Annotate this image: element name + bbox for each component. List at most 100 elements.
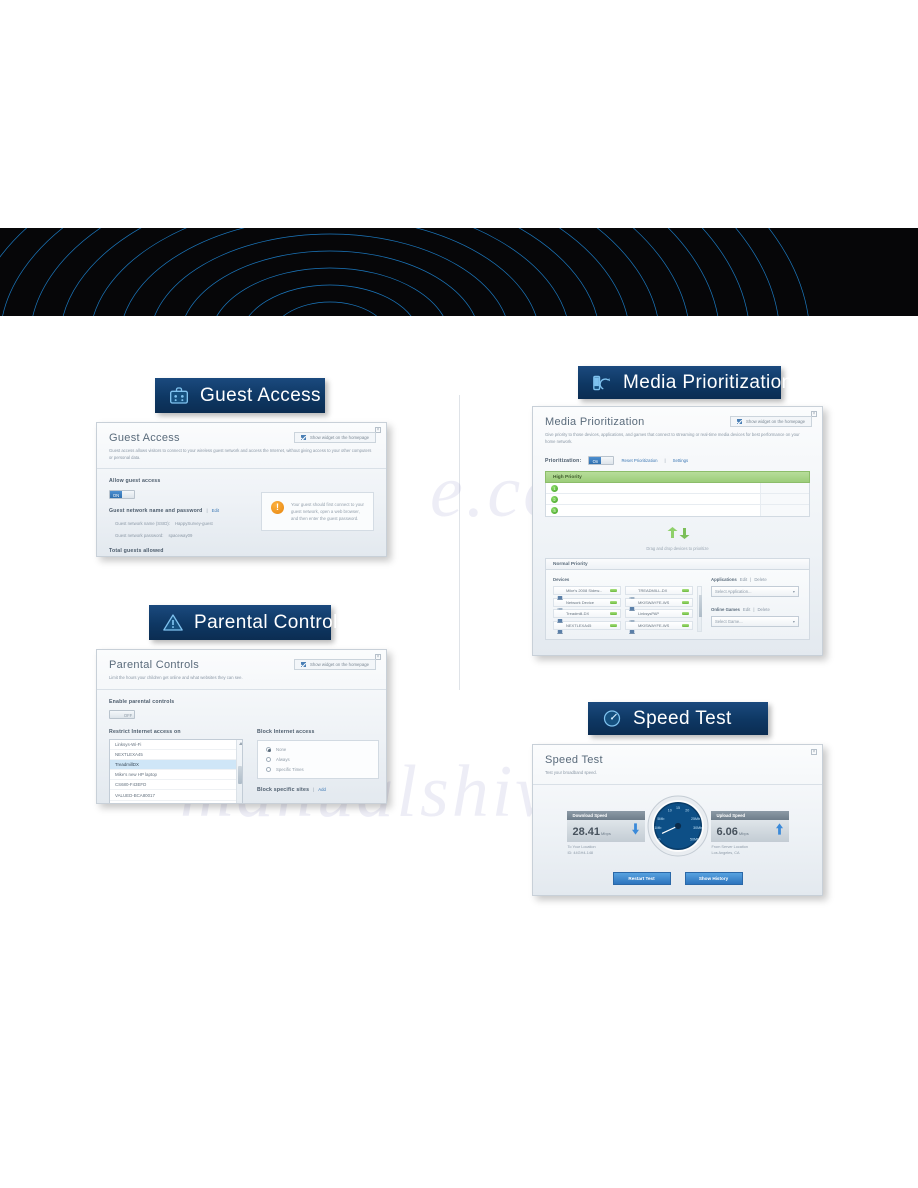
- edit-link[interactable]: Edit: [212, 508, 219, 513]
- panel-guest-access: Guest Access Guest access allows visitor…: [96, 422, 387, 557]
- speed-gauge: 0 1Mb 5Mb 10 15 20 25Mb 30Mb 50Mb: [647, 795, 709, 862]
- application-select[interactable]: Select Application... ▾: [711, 586, 799, 597]
- scroll-up-icon[interactable]: [238, 741, 242, 745]
- show-widget-checkbox[interactable]: Show widget on the homepage: [729, 416, 812, 427]
- panel-speed-test: Speed Test Test your broadband speed. × …: [532, 744, 823, 896]
- close-icon[interactable]: ×: [811, 749, 817, 755]
- allow-guest-access-label: Allow guest access: [109, 478, 161, 484]
- restart-test-button[interactable]: Restart Test: [612, 871, 671, 885]
- games-delete-link[interactable]: Delete: [757, 607, 769, 612]
- speed-test-actions: Restart Test Show History: [533, 871, 822, 885]
- applications-delete-link[interactable]: Delete: [754, 577, 766, 582]
- generic-device-icon: [629, 611, 635, 622]
- panel-parental-controls: Parental Controls Limit the hours your c…: [96, 649, 387, 804]
- list-item[interactable]: VALUED-BCA80017: [110, 790, 242, 801]
- upload-arrow-icon: [775, 822, 783, 840]
- prioritization-controls: Prioritization: On Reset Prioritization …: [545, 456, 689, 465]
- ssid-value: HappySurvey-guest: [174, 521, 213, 526]
- device-item[interactable]: TREADMILL-DX: [625, 586, 693, 599]
- upload-speed-unit: Mbps: [738, 831, 749, 837]
- priority-slot-row[interactable]: 1: [546, 483, 809, 494]
- radio-option-none[interactable]: None: [266, 746, 370, 752]
- drag-instruction-text: Drag and drop devices to prioritize: [646, 546, 709, 551]
- enable-parental-controls-toggle[interactable]: OFF: [109, 709, 135, 719]
- laptop-icon: [557, 611, 563, 623]
- list-item[interactable]: TreadmillDX: [110, 759, 242, 771]
- high-priority-slots[interactable]: 1 2 3: [545, 483, 810, 517]
- download-speed-card: Download Speed 28.41Mbps To Your Locatio…: [566, 811, 645, 856]
- device-listbox[interactable]: Linksys-Wi-Fi NEXTLEXA45 TreadmillDX Mik…: [109, 738, 243, 804]
- svg-text:15: 15: [675, 805, 679, 809]
- parental-controls-header: Parental Controls Limit the hours your c…: [97, 650, 386, 689]
- list-item[interactable]: CS680-F43EFD: [110, 780, 242, 791]
- device-name: NEXTLEXA45: [566, 622, 592, 628]
- restrict-access-label: Restrict Internet access on: [109, 728, 181, 735]
- warning-exclamation-icon: !: [271, 501, 284, 514]
- priority-slot-row[interactable]: 2: [546, 494, 809, 505]
- priority-rank-icon: 1: [551, 484, 558, 492]
- badge-label: Parental Controls: [194, 611, 348, 633]
- svg-text:30Mb: 30Mb: [693, 826, 702, 830]
- guest-info-text: Your guest should first connect to your …: [291, 502, 364, 522]
- show-widget-label: Show widget on the homepage: [745, 419, 805, 424]
- device-item[interactable]: Network Device: [553, 597, 621, 610]
- high-priority-section: High Priority 1 2 3: [545, 471, 810, 517]
- list-item[interactable]: Daddy's laptop: [110, 801, 242, 804]
- badge-media-prioritization: Media Prioritization: [578, 366, 792, 399]
- radio-icon: [266, 746, 271, 752]
- device-item[interactable]: Mike's 2008 Sidew...: [553, 586, 621, 600]
- radio-option-always[interactable]: Always: [266, 756, 370, 762]
- list-item[interactable]: Mike's new HP laptop: [110, 770, 242, 781]
- svg-text:50Mb: 50Mb: [690, 837, 699, 841]
- scrollbar-thumb[interactable]: [238, 765, 242, 784]
- scrollbar[interactable]: [236, 739, 242, 803]
- game-select[interactable]: Select Game... ▾: [711, 616, 799, 627]
- badge-parental-controls: Parental Controls: [149, 605, 347, 640]
- device-name: Treadmill-DX: [566, 611, 590, 616]
- device-item[interactable]: LinksysPAP: [625, 609, 693, 622]
- prioritization-toggle[interactable]: On: [588, 456, 615, 465]
- download-speed-unit: Mbps: [601, 831, 611, 837]
- show-widget-checkbox[interactable]: Show widget on the homepage: [293, 659, 376, 670]
- show-widget-checkbox[interactable]: Show widget on the homepage: [293, 432, 376, 443]
- gauge-dial-icon: 0 1Mb 5Mb 10 15 20 25Mb 30Mb 50Mb: [647, 795, 708, 856]
- devices-scrollbar[interactable]: [697, 586, 702, 632]
- laptop-icon: [629, 599, 635, 612]
- radio-icon: [266, 766, 271, 772]
- guest-info-box: ! Your guest should first connect to you…: [261, 492, 374, 532]
- block-internet-access-label: Block Internet access: [257, 728, 315, 735]
- list-item[interactable]: Linksys-Wi-Fi: [110, 740, 242, 750]
- upload-speed-label: Upload Speed: [710, 811, 789, 821]
- svg-text:0: 0: [658, 837, 660, 841]
- devices-lists[interactable]: Mike's 2008 Sidew... Network Device Trea: [553, 586, 702, 635]
- settings-link[interactable]: Settings: [673, 458, 689, 463]
- briefcase-icon: [169, 386, 189, 405]
- media-prioritization-description: Give priority to those devices, applicat…: [545, 432, 800, 444]
- radio-option-specific-times[interactable]: Specific Times: [266, 766, 370, 772]
- download-speed-value: 28.41: [572, 826, 601, 839]
- priority-slot-row[interactable]: 3: [546, 505, 809, 516]
- add-site-link[interactable]: Add: [318, 787, 326, 792]
- device-item[interactable]: MKISWAYFE-WS: [625, 620, 693, 635]
- allow-guest-access-toggle[interactable]: ON: [109, 490, 135, 499]
- device-item[interactable]: MKISWAYFE-WS: [625, 597, 693, 612]
- show-history-button[interactable]: Show History: [684, 871, 743, 885]
- device-item[interactable]: Treadmill-DX: [553, 609, 621, 623]
- list-item[interactable]: NEXTLEXA45: [110, 750, 242, 760]
- badge-label: Media Prioritization: [623, 371, 793, 393]
- applications-edit-link[interactable]: Edit: [740, 577, 747, 582]
- scrollbar-thumb[interactable]: [698, 595, 702, 617]
- download-arrow-icon: [631, 822, 639, 840]
- normal-priority-header: Normal Priority: [545, 558, 810, 569]
- normal-priority-section: Normal Priority Devices Mike's 2008 Side…: [545, 558, 810, 640]
- device-item[interactable]: NEXTLEXA45: [553, 620, 621, 635]
- generic-device-icon: [557, 599, 563, 610]
- enable-parental-controls-label: Enable parental controls: [109, 698, 175, 705]
- block-options-group: None Always Specific Times: [257, 739, 379, 779]
- laptop-icon: [629, 622, 635, 635]
- games-edit-link[interactable]: Edit: [743, 607, 750, 612]
- svg-text:20: 20: [685, 808, 689, 812]
- download-speed-value-row: 28.41Mbps: [566, 820, 645, 843]
- devices-column-2: TREADMILL-DX MKISWAYFE-WS LinksysPAP MKI…: [625, 586, 693, 635]
- reset-prioritization-link[interactable]: Reset Prioritization: [621, 458, 657, 463]
